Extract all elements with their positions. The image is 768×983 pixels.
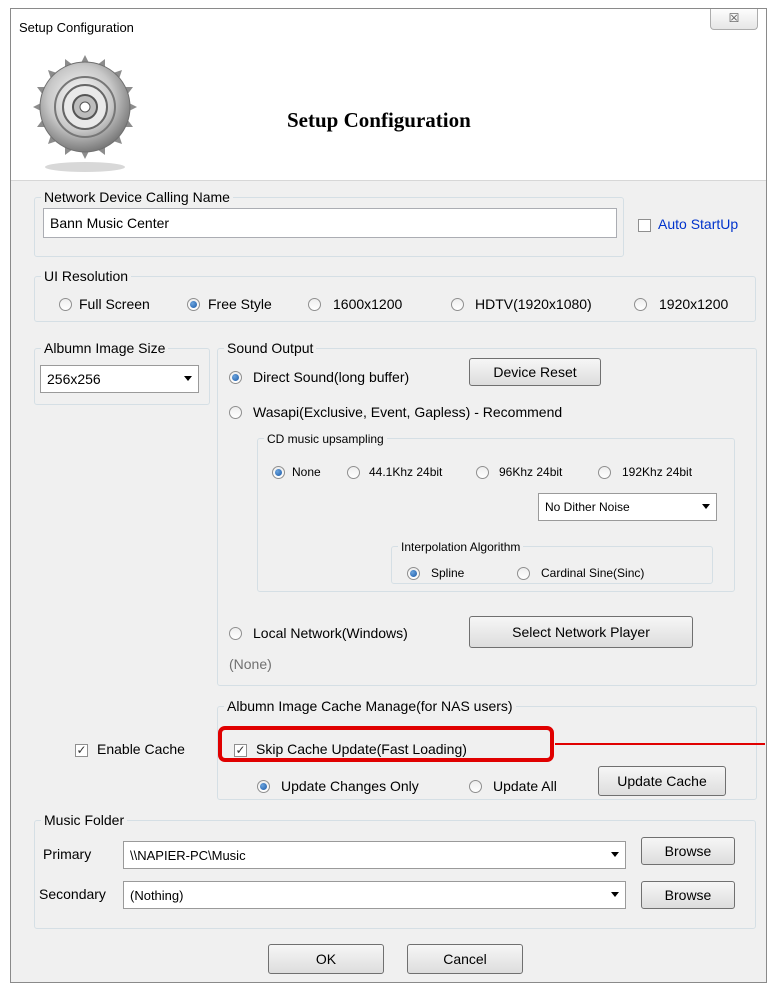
upsampling-192-label[interactable]: 192Khz 24bit xyxy=(622,465,692,479)
upsampling-96-radio[interactable] xyxy=(476,466,489,479)
resolution-1600-label[interactable]: 1600x1200 xyxy=(333,296,402,312)
secondary-folder-value: (Nothing) xyxy=(130,887,184,903)
secondary-label: Secondary xyxy=(39,886,106,902)
highlight-connector-line xyxy=(555,743,765,745)
update-changes-only-label[interactable]: Update Changes Only xyxy=(281,778,419,794)
setup-configuration-window: Setup Configuration ☒ Setup Configuratio… xyxy=(10,8,767,983)
upsampling-96-label[interactable]: 96Khz 24bit xyxy=(499,465,562,479)
update-all-radio[interactable] xyxy=(469,780,482,793)
resolution-free-style-radio[interactable] xyxy=(187,298,200,311)
music-folder-group-label: Music Folder xyxy=(41,811,128,829)
auto-startup-checkbox[interactable] xyxy=(638,219,651,232)
upsampling-44-radio[interactable] xyxy=(347,466,360,479)
chevron-down-icon xyxy=(611,892,619,897)
album-image-size-group-label: Albumn Image Size xyxy=(41,339,169,357)
update-all-label[interactable]: Update All xyxy=(493,778,557,794)
upsampling-none-radio[interactable] xyxy=(272,466,285,479)
upsampling-none-label[interactable]: None xyxy=(292,465,321,479)
network-player-status: (None) xyxy=(229,656,272,672)
select-network-player-button[interactable]: Select Network Player xyxy=(469,616,693,648)
auto-startup-label[interactable]: Auto StartUp xyxy=(658,216,738,232)
primary-browse-button[interactable]: Browse xyxy=(641,837,735,865)
album-cache-group-label: Albumn Image Cache Manage(for NAS users) xyxy=(224,697,516,715)
ok-button[interactable]: OK xyxy=(268,944,384,974)
interpolation-sinc-label[interactable]: Cardinal Sine(Sinc) xyxy=(541,566,644,580)
device-reset-button[interactable]: Device Reset xyxy=(469,358,601,386)
resolution-hdtv-radio[interactable] xyxy=(451,298,464,311)
update-changes-only-radio[interactable] xyxy=(257,780,270,793)
local-network-label[interactable]: Local Network(Windows) xyxy=(253,625,408,641)
network-name-input[interactable]: Bann Music Center xyxy=(43,208,617,238)
resolution-full-screen-radio[interactable] xyxy=(59,298,72,311)
local-network-radio[interactable] xyxy=(229,627,242,640)
interpolation-sinc-radio[interactable] xyxy=(517,567,530,580)
title-bar: Setup Configuration ☒ xyxy=(11,9,766,45)
header-banner: Setup Configuration xyxy=(11,45,766,181)
cd-upsampling-group-label: CD music upsampling xyxy=(264,430,387,448)
interpolation-group-label: Interpolation Algorithm xyxy=(398,538,524,556)
close-button[interactable]: ☒ xyxy=(710,9,758,30)
resolution-1920x1200-label[interactable]: 1920x1200 xyxy=(659,296,728,312)
resolution-1600-radio[interactable] xyxy=(308,298,321,311)
enable-cache-checkbox[interactable]: ✓ xyxy=(75,744,88,757)
window-title: Setup Configuration xyxy=(19,20,134,35)
secondary-browse-button[interactable]: Browse xyxy=(641,881,735,909)
ui-resolution-group-label: UI Resolution xyxy=(41,267,132,285)
interpolation-spline-label[interactable]: Spline xyxy=(431,566,464,580)
resolution-full-screen-label[interactable]: Full Screen xyxy=(79,296,150,312)
wasapi-label[interactable]: Wasapi(Exclusive, Event, Gapless) - Reco… xyxy=(253,404,562,420)
resolution-free-style-label[interactable]: Free Style xyxy=(208,296,272,312)
resolution-1920x1200-radio[interactable] xyxy=(634,298,647,311)
update-cache-button[interactable]: Update Cache xyxy=(598,766,726,796)
primary-label: Primary xyxy=(43,846,92,862)
dither-value: No Dither Noise xyxy=(545,500,630,514)
chevron-down-icon xyxy=(702,504,710,509)
cancel-button[interactable]: Cancel xyxy=(407,944,523,974)
chevron-down-icon xyxy=(184,376,192,381)
resolution-hdtv-label[interactable]: HDTV(1920x1080) xyxy=(475,296,592,312)
upsampling-44-label[interactable]: 44.1Khz 24bit xyxy=(369,465,442,479)
header-title: Setup Configuration xyxy=(287,108,471,132)
primary-folder-value: \\NAPIER-PC\Music xyxy=(130,847,246,863)
skip-cache-highlight-box xyxy=(218,726,554,762)
secondary-folder-select[interactable]: (Nothing) xyxy=(123,881,626,909)
enable-cache-label[interactable]: Enable Cache xyxy=(97,741,185,757)
direct-sound-label[interactable]: Direct Sound(long buffer) xyxy=(253,369,409,385)
album-image-size-value: 256x256 xyxy=(47,371,101,387)
sound-output-group-label: Sound Output xyxy=(224,339,317,357)
album-image-size-select[interactable]: 256x256 xyxy=(40,365,199,393)
wasapi-radio[interactable] xyxy=(229,406,242,419)
network-name-group-label: Network Device Calling Name xyxy=(41,188,233,206)
direct-sound-radio[interactable] xyxy=(229,371,242,384)
upsampling-192-radio[interactable] xyxy=(598,466,611,479)
dither-select[interactable]: No Dither Noise xyxy=(538,493,717,521)
primary-folder-select[interactable]: \\NAPIER-PC\Music xyxy=(123,841,626,869)
chevron-down-icon xyxy=(611,852,619,857)
gear-disc-icon xyxy=(33,55,137,172)
interpolation-spline-radio[interactable] xyxy=(407,567,420,580)
